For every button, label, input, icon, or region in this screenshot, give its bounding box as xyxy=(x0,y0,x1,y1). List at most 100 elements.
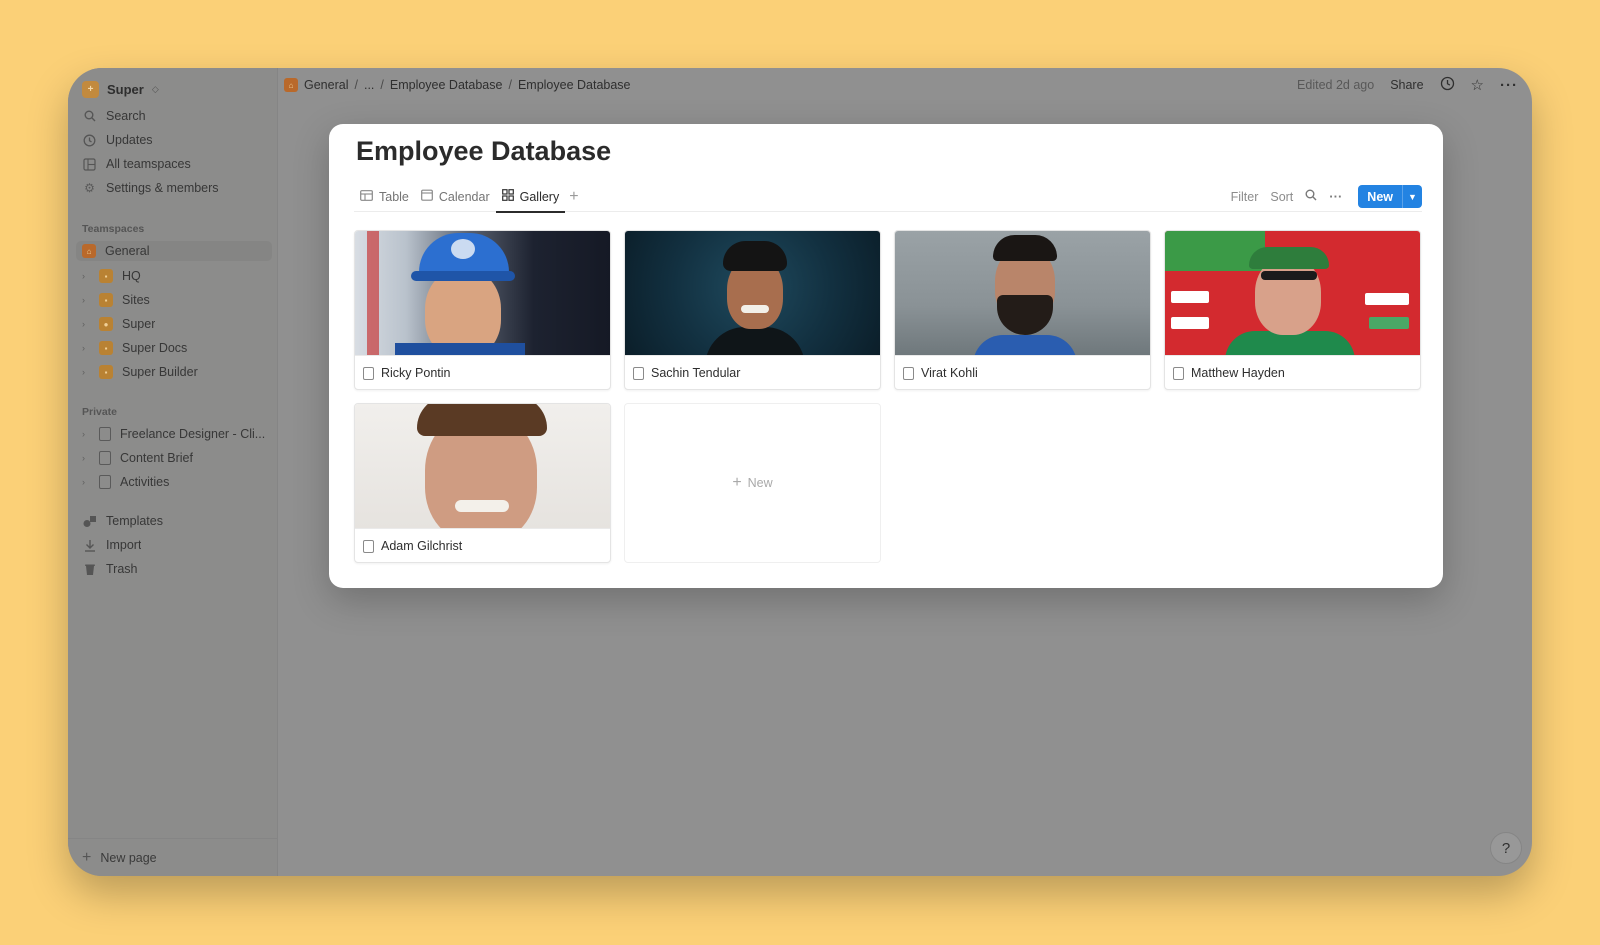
trash-icon xyxy=(82,562,97,577)
clock-icon xyxy=(82,133,97,148)
page-icon xyxy=(99,427,111,441)
gallery-card[interactable]: Adam Gilchrist xyxy=(354,403,611,563)
chevron-right-icon[interactable]: › xyxy=(82,319,90,329)
sidebar-item-super[interactable]: › ● Super xyxy=(82,314,272,334)
card-cover-image xyxy=(355,404,610,528)
sidebar-item-updates[interactable]: Updates xyxy=(82,130,272,150)
sidebar: + Super ◇ Search Updates All teamspaces … xyxy=(68,68,278,876)
sidebar-item-all-teamspaces[interactable]: All teamspaces xyxy=(82,154,272,174)
chevron-right-icon[interactable]: › xyxy=(82,477,90,487)
page-icon xyxy=(363,539,374,553)
home-icon: ⌂ xyxy=(82,244,96,258)
search-icon[interactable] xyxy=(1305,189,1317,204)
gallery-icon xyxy=(501,189,514,204)
tab-calendar[interactable]: Calendar xyxy=(415,182,496,212)
database-modal: Employee Database Table Calendar Gallery xyxy=(329,124,1443,588)
teamspace-icon: ▪ xyxy=(99,341,113,355)
teamspaces-heading: Teamspaces xyxy=(82,223,145,235)
tab-gallery[interactable]: Gallery xyxy=(495,182,566,213)
new-record-button[interactable]: New ▼ xyxy=(1358,185,1422,208)
help-button[interactable]: ? xyxy=(1490,832,1522,864)
sidebar-item-freelance-designer[interactable]: › Freelance Designer - Cli... xyxy=(82,424,272,444)
page-icon xyxy=(903,366,914,380)
card-cover-image xyxy=(355,231,610,355)
tab-table[interactable]: Table xyxy=(354,182,415,212)
home-icon: ⌂ xyxy=(284,78,298,92)
card-title: Virat Kohli xyxy=(921,366,978,380)
gallery-card[interactable]: Sachin Tendular xyxy=(624,230,881,390)
chevron-down-icon[interactable]: ▼ xyxy=(1402,185,1422,208)
sidebar-item-super-builder[interactable]: › ▪ Super Builder xyxy=(82,362,272,382)
card-title: Matthew Hayden xyxy=(1191,366,1285,380)
card-title: Ricky Pontin xyxy=(381,366,451,380)
teamspace-icon: ● xyxy=(99,317,113,331)
view-tabs-bar: Table Calendar Gallery + Filter Sort ···… xyxy=(354,182,1422,213)
teamspace-icon: ▪ xyxy=(99,269,113,283)
card-title: Adam Gilchrist xyxy=(381,539,463,553)
page-icon xyxy=(99,475,111,489)
sidebar-item-sites[interactable]: › ▪ Sites xyxy=(82,290,272,310)
history-icon[interactable] xyxy=(1440,76,1455,95)
card-cover-image xyxy=(1165,231,1420,355)
plus-icon: + xyxy=(732,474,742,491)
card-title: Sachin Tendular xyxy=(651,366,741,380)
plus-icon: + xyxy=(82,848,92,866)
teamspace-icon: ▪ xyxy=(99,365,113,379)
sidebar-item-activities[interactable]: › Activities xyxy=(82,472,272,492)
sidebar-item-content-brief[interactable]: › Content Brief xyxy=(82,448,272,468)
star-icon[interactable]: ☆ xyxy=(1471,76,1484,94)
page-icon xyxy=(99,451,111,465)
gallery-card[interactable]: Virat Kohli xyxy=(894,230,1151,390)
more-icon[interactable]: ··· xyxy=(1329,189,1342,204)
download-icon xyxy=(82,538,97,553)
chevron-right-icon[interactable]: › xyxy=(82,343,90,353)
workspace-switcher[interactable]: + Super ◇ xyxy=(82,78,159,100)
gallery-card[interactable]: Ricky Pontin xyxy=(354,230,611,390)
private-heading: Private xyxy=(82,406,118,418)
sidebar-item-general[interactable]: ⌂ General xyxy=(76,241,272,261)
shapes-icon xyxy=(82,514,97,529)
breadcrumb-general[interactable]: General xyxy=(304,78,348,92)
page-icon xyxy=(1173,366,1184,380)
chevron-right-icon[interactable]: › xyxy=(82,367,90,377)
grid-icon xyxy=(82,157,97,172)
page-title[interactable]: Employee Database xyxy=(356,136,611,167)
breadcrumb-ellipsis[interactable]: ... xyxy=(364,78,374,92)
chevron-right-icon[interactable]: › xyxy=(82,453,90,463)
sidebar-item-import[interactable]: Import xyxy=(82,535,272,555)
chevron-right-icon[interactable]: › xyxy=(82,271,90,281)
gallery-card[interactable]: Matthew Hayden xyxy=(1164,230,1421,390)
breadcrumb: ⌂ General / ... / Employee Database / Em… xyxy=(284,78,631,92)
app-window: + Super ◇ Search Updates All teamspaces … xyxy=(68,68,1532,876)
page-icon xyxy=(363,366,374,380)
topbar: ⌂ General / ... / Employee Database / Em… xyxy=(278,68,1532,102)
breadcrumb-current[interactable]: Employee Database xyxy=(518,78,631,92)
chevron-updown-icon: ◇ xyxy=(151,83,159,94)
new-card-button[interactable]: + New xyxy=(624,403,881,563)
gear-icon: ⚙ xyxy=(84,181,95,195)
calendar-icon xyxy=(420,189,433,204)
page-icon xyxy=(633,366,644,380)
table-icon xyxy=(360,189,373,204)
sort-button[interactable]: Sort xyxy=(1270,190,1293,204)
chevron-right-icon[interactable]: › xyxy=(82,295,90,305)
sidebar-item-templates[interactable]: Templates xyxy=(82,511,272,531)
sidebar-item-super-docs[interactable]: › ▪ Super Docs xyxy=(82,338,272,358)
workspace-logo: + xyxy=(82,80,99,98)
share-button[interactable]: Share xyxy=(1390,78,1423,92)
chevron-right-icon[interactable]: › xyxy=(82,429,90,439)
breadcrumb-database[interactable]: Employee Database xyxy=(390,78,503,92)
new-page-button[interactable]: + New page xyxy=(68,838,278,876)
card-cover-image xyxy=(625,231,880,355)
add-view-icon[interactable]: + xyxy=(569,188,578,206)
filter-button[interactable]: Filter xyxy=(1231,190,1259,204)
teamspace-icon: ▪ xyxy=(99,293,113,307)
workspace-name: Super xyxy=(107,81,144,97)
sidebar-item-search[interactable]: Search xyxy=(82,106,272,126)
edited-timestamp: Edited 2d ago xyxy=(1297,78,1375,92)
card-cover-image xyxy=(895,231,1150,355)
sidebar-item-hq[interactable]: › ▪ HQ xyxy=(82,266,272,286)
more-icon[interactable]: ··· xyxy=(1500,77,1518,94)
sidebar-item-settings[interactable]: ⚙ Settings & members xyxy=(82,178,272,198)
sidebar-item-trash[interactable]: Trash xyxy=(82,559,272,579)
